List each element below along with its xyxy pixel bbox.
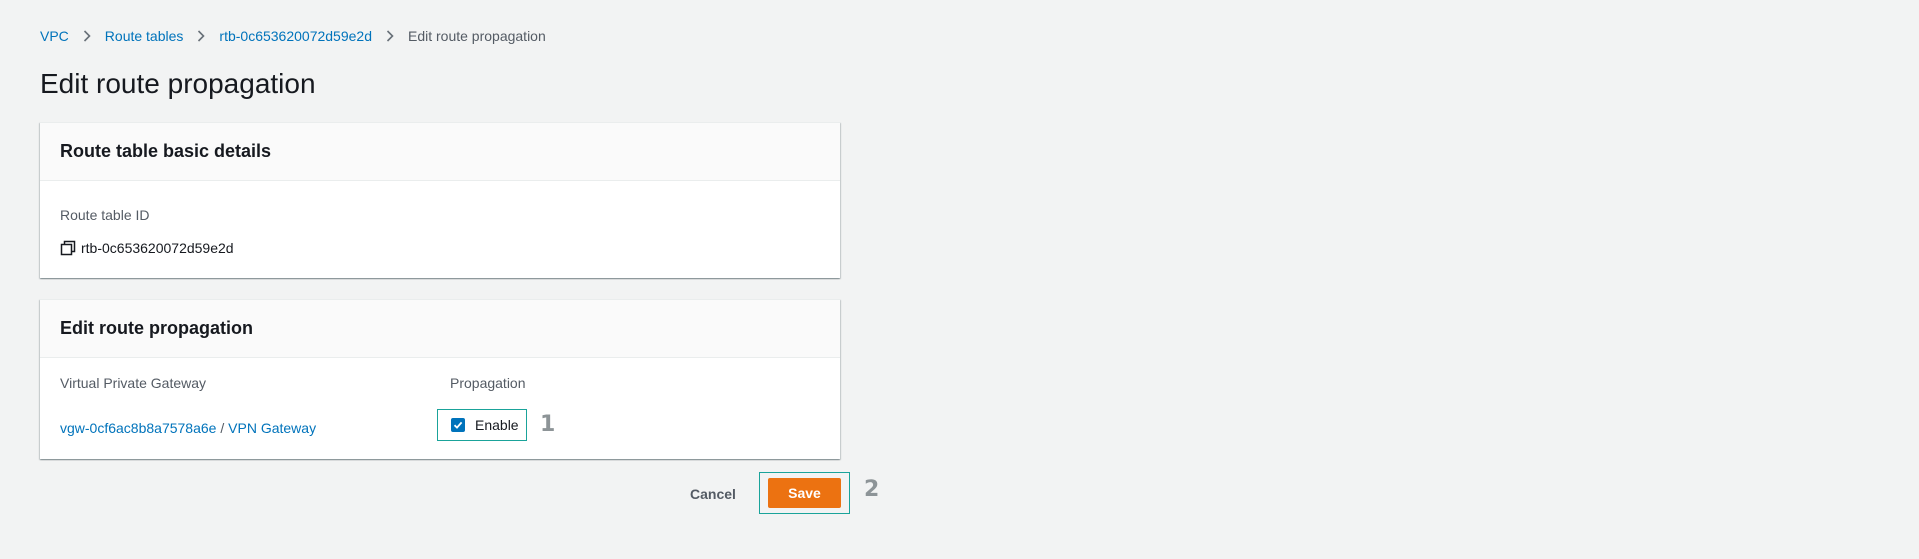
gateway-separator: / [216,420,229,436]
breadcrumb-route-table-id[interactable]: rtb-0c653620072d59e2d [219,26,372,46]
step-marker-2: 2 [864,477,880,502]
gateway-id[interactable]: vgw-0cf6ac8b8a7578a6e [60,420,216,436]
breadcrumb: VPC Route tables rtb-0c653620072d59e2d E… [40,26,546,46]
breadcrumb-current: Edit route propagation [407,28,546,44]
route-table-basic-details-panel: Route table basic details Route table ID… [40,122,840,278]
gateway-link[interactable]: vgw-0cf6ac8b8a7578a6e / VPN Gateway [60,420,316,436]
enable-label: Enable [475,417,519,433]
step-marker-1: 1 [540,412,556,437]
panel-header: Route table basic details [40,123,840,181]
gateway-name[interactable]: VPN Gateway [228,420,316,436]
panel-heading: Edit route propagation [60,318,253,338]
chevron-right-icon [183,26,219,46]
chevron-right-icon [69,26,105,46]
save-button[interactable]: Save [768,478,841,508]
breadcrumb-route-tables[interactable]: Route tables [105,26,184,46]
cancel-button[interactable]: Cancel [680,482,746,506]
checkmark-icon[interactable] [451,418,465,432]
panel-heading: Route table basic details [60,141,272,161]
page-title: Edit route propagation [40,68,316,99]
panel-header: Edit route propagation [40,300,840,358]
route-table-id-value-row: rtb-0c653620072d59e2d [60,240,234,256]
enable-propagation-checkbox[interactable]: Enable [437,409,527,441]
column-header-gateway: Virtual Private Gateway [60,375,207,391]
breadcrumb-vpc[interactable]: VPC [40,26,69,46]
edit-route-propagation-panel: Edit route propagation Virtual Private G… [40,299,840,459]
chevron-right-icon [372,26,408,46]
route-table-id-label: Route table ID [60,207,150,223]
save-button-highlight: Save [759,472,850,514]
route-table-id-value: rtb-0c653620072d59e2d [81,240,234,256]
column-header-propagation: Propagation [450,375,526,391]
copy-icon[interactable] [60,240,76,256]
